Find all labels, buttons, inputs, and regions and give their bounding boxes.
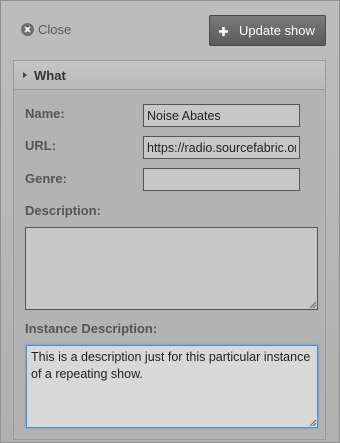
- close-button[interactable]: Close: [21, 21, 71, 37]
- description-textarea[interactable]: [25, 227, 318, 310]
- plus-icon: [218, 25, 229, 36]
- what-section-header[interactable]: What: [14, 61, 325, 90]
- description-label: Description:: [25, 203, 101, 218]
- resize-grip-icon[interactable]: [308, 300, 317, 309]
- show-edit-panel: Close Update show What Name: URL: Genre:…: [0, 0, 340, 443]
- genre-input[interactable]: [143, 168, 300, 191]
- instance-description-textarea[interactable]: This is a description just for this part…: [26, 345, 318, 428]
- url-label: URL:: [25, 138, 57, 153]
- name-label: Name:: [25, 106, 65, 121]
- triangle-right-icon: [23, 72, 27, 78]
- update-show-label: Update show: [239, 23, 315, 38]
- genre-label: Genre:: [25, 171, 67, 186]
- instance-description-label: Instance Description:: [25, 321, 158, 336]
- resize-grip-icon[interactable]: [308, 418, 317, 427]
- close-icon: [21, 22, 34, 36]
- section-title: What: [34, 67, 66, 83]
- close-label: Close: [38, 21, 72, 37]
- update-show-button[interactable]: Update show: [209, 15, 326, 46]
- name-input[interactable]: [143, 104, 300, 127]
- url-input[interactable]: [143, 136, 300, 159]
- what-section: What Name: URL: Genre: Description: Inst…: [13, 60, 326, 440]
